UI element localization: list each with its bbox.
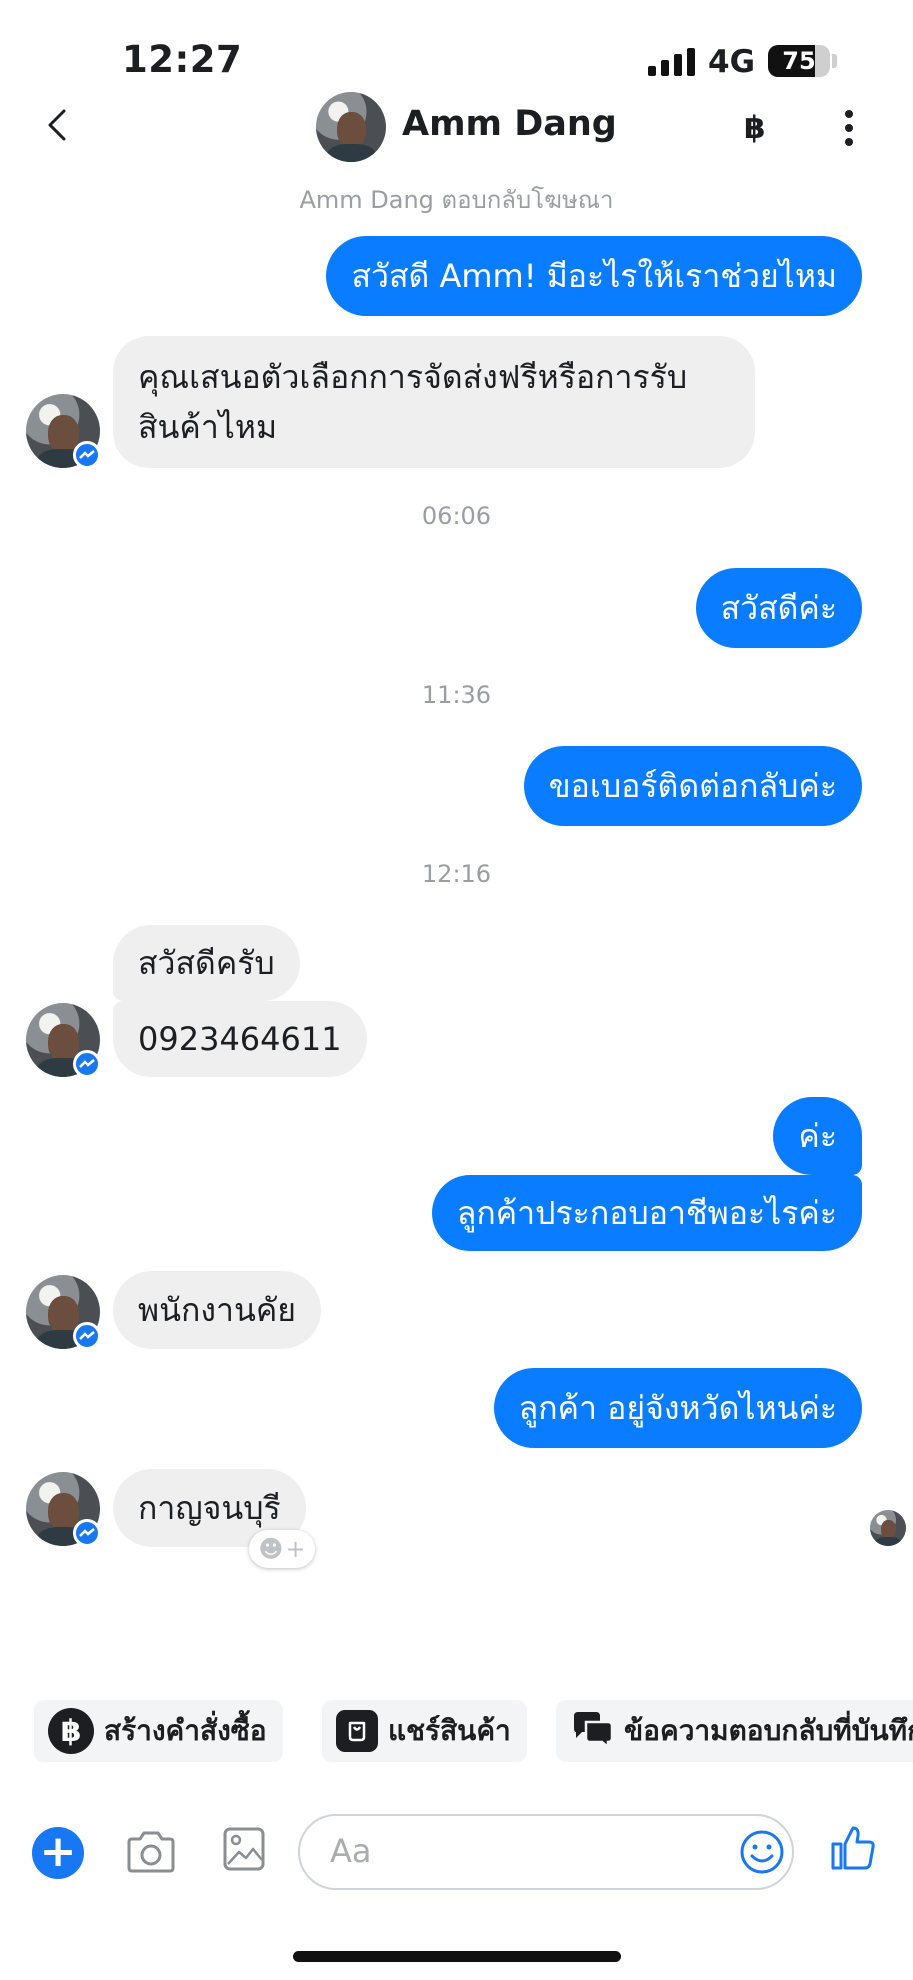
status-time: 12:27 xyxy=(122,38,243,81)
gallery-button[interactable] xyxy=(222,1826,266,1876)
incoming-message[interactable]: สวัสดีครับ xyxy=(113,925,300,1001)
incoming-message[interactable]: คุณเสนอตัวเลือกการจัดส่งฟรีหรือการรับ สิ… xyxy=(113,336,755,468)
message-line: สินค้าไหม xyxy=(138,408,278,446)
smiley-icon: ☻ xyxy=(258,1535,284,1563)
outgoing-message[interactable]: สวัสดี Amm! มีอะไรให้เราช่วยไหม xyxy=(326,236,862,316)
saved-replies-button[interactable]: ข้อความตอบกลับที่บันทึก xyxy=(556,1700,913,1762)
share-product-button[interactable]: แชร์สินค้า xyxy=(322,1700,527,1762)
saved-replies-icon xyxy=(570,1708,614,1755)
ad-reply-notice: Amm Dang ตอบกลับโฆษณา xyxy=(299,186,614,214)
add-reaction-button[interactable]: ☻ + xyxy=(249,1530,315,1568)
outgoing-message[interactable]: สวัสดีค่ะ xyxy=(695,568,862,648)
battery-percent: 75 xyxy=(782,47,816,75)
outgoing-message[interactable]: ลูกค้า อยู่จังหวัดไหนค่ะ xyxy=(493,1368,862,1448)
messenger-badge-icon xyxy=(73,1519,101,1547)
messenger-badge-icon xyxy=(73,1050,101,1078)
camera-button[interactable] xyxy=(125,1830,177,1878)
back-button[interactable] xyxy=(46,108,68,146)
contact-avatar[interactable] xyxy=(316,92,386,162)
network-type: 4G xyxy=(708,44,756,80)
baht-circle-icon: ฿ xyxy=(48,1708,94,1754)
baht-icon[interactable]: ฿ xyxy=(744,110,766,146)
camera-icon xyxy=(127,1831,175,1873)
timestamp: 06:06 xyxy=(421,502,492,530)
create-order-label: สร้างคำสั่งซื้อ xyxy=(104,1714,267,1747)
timestamp: 11:36 xyxy=(421,681,492,709)
plus-icon: + xyxy=(39,1826,77,1877)
read-receipt-avatar xyxy=(870,1510,906,1546)
bag-icon xyxy=(336,1710,378,1752)
saved-replies-label: ข้อความตอบกลับที่บันทึก xyxy=(624,1714,913,1747)
home-indicator xyxy=(293,1951,621,1962)
thumbs-up-icon xyxy=(831,1826,875,1870)
incoming-message[interactable]: 0923464611 xyxy=(113,1001,367,1077)
contact-name[interactable]: Amm Dang xyxy=(402,104,617,144)
timestamp: 12:16 xyxy=(421,860,492,888)
like-button[interactable] xyxy=(829,1824,877,1876)
message-input[interactable]: Aa xyxy=(298,1814,794,1890)
chevron-left-icon xyxy=(48,109,66,141)
outgoing-message[interactable]: ค่ะ xyxy=(773,1097,862,1175)
cellular-signal-icon xyxy=(648,46,695,76)
create-order-button[interactable]: ฿ สร้างคำสั่งซื้อ xyxy=(34,1700,283,1762)
outgoing-message[interactable]: ลูกค้าประกอบอาชีพอะไรค่ะ xyxy=(431,1175,862,1251)
image-icon xyxy=(223,1827,265,1871)
battery-icon: 75 xyxy=(768,45,830,77)
add-button[interactable]: + xyxy=(32,1827,84,1879)
share-product-label: แชร์สินค้า xyxy=(388,1714,511,1747)
emoji-button[interactable] xyxy=(738,1828,786,1880)
battery-cap xyxy=(832,54,837,68)
plus-icon: + xyxy=(285,1535,306,1563)
outgoing-message[interactable]: ขอเบอร์ติดต่อกลับค่ะ xyxy=(523,746,862,826)
message-placeholder: Aa xyxy=(330,1832,372,1870)
more-options-icon[interactable] xyxy=(845,110,853,146)
messenger-badge-icon xyxy=(73,1322,101,1350)
smiley-icon xyxy=(740,1830,784,1874)
message-line: คุณเสนอตัวเลือกการจัดส่งฟรีหรือการรับ xyxy=(138,358,688,396)
incoming-message[interactable]: พนักงานคัย xyxy=(113,1271,321,1349)
messenger-badge-icon xyxy=(73,441,101,469)
